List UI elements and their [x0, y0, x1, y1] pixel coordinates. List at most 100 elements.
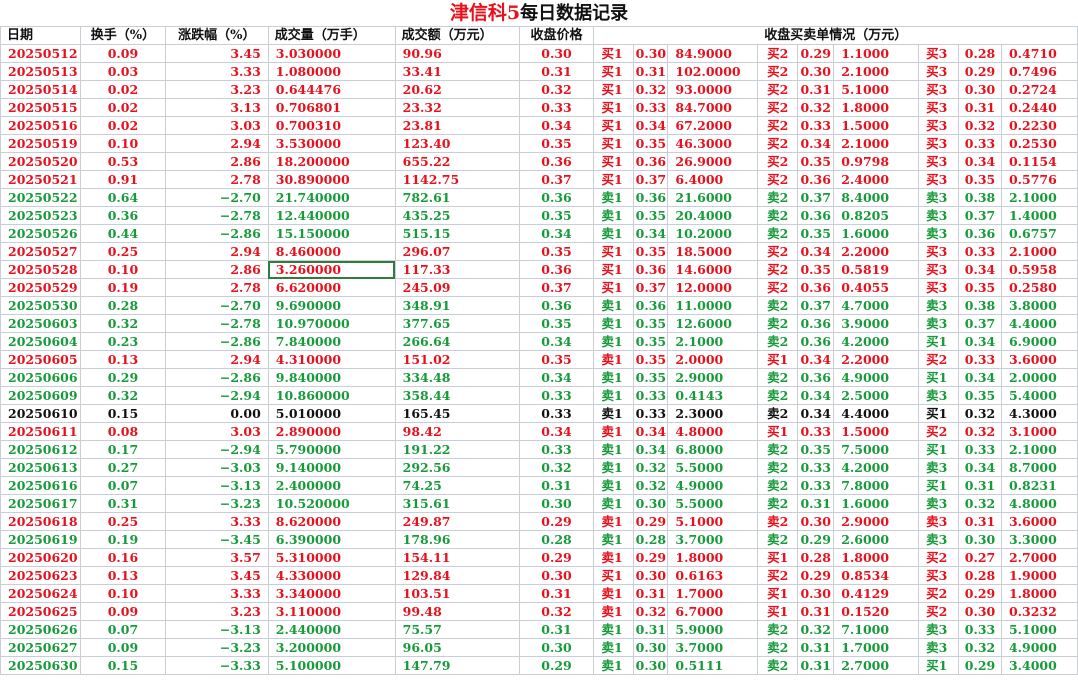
amount-cell[interactable]: 23.81 — [394, 116, 520, 135]
order-amount-cell[interactable]: 3.8000 — [1000, 296, 1078, 315]
order-price-cell[interactable]: 0.34 — [958, 332, 1002, 351]
order-amount-cell[interactable]: 6.4000 — [667, 170, 759, 189]
change-cell[interactable]: −3.45 — [164, 530, 269, 549]
order-amount-cell[interactable]: 7.5000 — [833, 440, 920, 459]
order-price-cell[interactable]: 0.33 — [797, 458, 835, 477]
date-cell[interactable]: 20250611 — [0, 422, 81, 441]
order-amount-cell[interactable]: 10.2000 — [667, 224, 759, 243]
change-cell[interactable]: 3.13 — [164, 98, 269, 117]
change-cell[interactable]: 3.45 — [164, 44, 269, 63]
order-amount-cell[interactable]: 0.9798 — [833, 152, 920, 171]
date-cell[interactable]: 20250620 — [0, 548, 81, 567]
header-turnover[interactable]: 换手（%） — [79, 26, 166, 45]
order-amount-cell[interactable]: 4.4000 — [833, 404, 920, 423]
amount-cell[interactable]: 23.32 — [394, 98, 520, 117]
date-cell[interactable]: 20250512 — [0, 44, 81, 63]
order-side-cell[interactable]: 买1 — [593, 566, 635, 585]
order-price-cell[interactable]: 0.32 — [958, 404, 1002, 423]
order-price-cell[interactable]: 0.35 — [958, 170, 1002, 189]
order-amount-cell[interactable]: 3.6000 — [1000, 512, 1078, 531]
order-side-cell[interactable]: 买1 — [593, 98, 635, 117]
order-price-cell[interactable]: 0.30 — [633, 656, 669, 675]
order-amount-cell[interactable]: 1.5000 — [833, 422, 920, 441]
close-cell[interactable]: 0.29 — [518, 512, 595, 531]
order-side-cell[interactable]: 买2 — [757, 260, 799, 279]
order-side-cell[interactable]: 买2 — [757, 116, 799, 135]
order-side-cell[interactable]: 买2 — [757, 62, 799, 81]
volume-cell[interactable]: 12.440000 — [267, 206, 396, 225]
order-amount-cell[interactable]: 5.5000 — [667, 494, 759, 513]
order-price-cell[interactable]: 0.32 — [958, 638, 1002, 657]
order-price-cell[interactable]: 0.30 — [797, 62, 835, 81]
order-price-cell[interactable]: 0.36 — [633, 188, 669, 207]
order-price-cell[interactable]: 0.29 — [633, 548, 669, 567]
header-close[interactable]: 收盘价格 — [518, 26, 595, 45]
order-amount-cell[interactable]: 3.7000 — [667, 638, 759, 657]
volume-cell[interactable]: 5.310000 — [267, 548, 396, 567]
order-side-cell[interactable]: 卖2 — [757, 620, 799, 639]
header-change[interactable]: 涨跌幅（%） — [164, 26, 269, 45]
order-side-cell[interactable]: 卖2 — [757, 386, 799, 405]
volume-cell[interactable]: 6.620000 — [267, 278, 396, 297]
order-amount-cell[interactable]: 1.8000 — [667, 548, 759, 567]
volume-cell[interactable]: 10.520000 — [267, 494, 396, 513]
order-amount-cell[interactable]: 1.5000 — [833, 116, 920, 135]
amount-cell[interactable]: 154.11 — [394, 548, 520, 567]
order-amount-cell[interactable]: 5.1000 — [667, 512, 759, 531]
order-amount-cell[interactable]: 8.7000 — [1000, 458, 1078, 477]
order-price-cell[interactable]: 0.29 — [958, 584, 1002, 603]
turnover-cell[interactable]: 0.15 — [79, 656, 166, 675]
close-cell[interactable]: 0.33 — [518, 440, 595, 459]
amount-cell[interactable]: 191.22 — [394, 440, 520, 459]
amount-cell[interactable]: 96.05 — [394, 638, 520, 657]
order-price-cell[interactable]: 0.28 — [958, 44, 1002, 63]
amount-cell[interactable]: 782.61 — [394, 188, 520, 207]
close-cell[interactable]: 0.33 — [518, 404, 595, 423]
amount-cell[interactable]: 103.51 — [394, 584, 520, 603]
order-amount-cell[interactable]: 0.6757 — [1000, 224, 1078, 243]
turnover-cell[interactable]: 0.07 — [79, 620, 166, 639]
order-amount-cell[interactable]: 0.2530 — [1000, 134, 1078, 153]
date-cell[interactable]: 20250513 — [0, 62, 81, 81]
order-amount-cell[interactable]: 4.3000 — [1000, 404, 1078, 423]
order-amount-cell[interactable]: 0.8231 — [1000, 476, 1078, 495]
order-side-cell[interactable]: 买3 — [918, 566, 960, 585]
date-cell[interactable]: 20250520 — [0, 152, 81, 171]
order-price-cell[interactable]: 0.33 — [797, 116, 835, 135]
order-amount-cell[interactable]: 11.0000 — [667, 296, 759, 315]
date-cell[interactable]: 20250617 — [0, 494, 81, 513]
order-side-cell[interactable]: 卖2 — [757, 512, 799, 531]
order-price-cell[interactable]: 0.29 — [797, 530, 835, 549]
order-side-cell[interactable]: 买1 — [593, 278, 635, 297]
order-side-cell[interactable]: 买1 — [593, 116, 635, 135]
close-cell[interactable]: 0.30 — [518, 44, 595, 63]
volume-cell[interactable]: 0.706801 — [267, 98, 396, 117]
change-cell[interactable]: 2.86 — [164, 152, 269, 171]
order-price-cell[interactable]: 0.31 — [797, 638, 835, 657]
amount-cell[interactable]: 99.48 — [394, 602, 520, 621]
close-cell[interactable]: 0.28 — [518, 530, 595, 549]
order-side-cell[interactable]: 卖3 — [918, 620, 960, 639]
order-side-cell[interactable]: 卖3 — [918, 530, 960, 549]
order-price-cell[interactable]: 0.35 — [797, 224, 835, 243]
order-side-cell[interactable]: 买1 — [918, 656, 960, 675]
date-cell[interactable]: 20250606 — [0, 368, 81, 387]
turnover-cell[interactable]: 0.19 — [79, 530, 166, 549]
change-cell[interactable]: 3.33 — [164, 584, 269, 603]
order-side-cell[interactable]: 卖2 — [757, 440, 799, 459]
order-side-cell[interactable]: 买1 — [593, 152, 635, 171]
volume-cell[interactable]: 21.740000 — [267, 188, 396, 207]
order-price-cell[interactable]: 0.34 — [958, 368, 1002, 387]
order-side-cell[interactable]: 买1 — [757, 422, 799, 441]
close-cell[interactable]: 0.34 — [518, 116, 595, 135]
order-price-cell[interactable]: 0.32 — [633, 602, 669, 621]
order-price-cell[interactable]: 0.29 — [958, 62, 1002, 81]
order-amount-cell[interactable]: 5.1000 — [1000, 620, 1078, 639]
order-side-cell[interactable]: 卖3 — [918, 224, 960, 243]
change-cell[interactable]: 3.45 — [164, 566, 269, 585]
order-price-cell[interactable]: 0.35 — [797, 260, 835, 279]
order-side-cell[interactable]: 买2 — [757, 134, 799, 153]
close-cell[interactable]: 0.32 — [518, 80, 595, 99]
order-side-cell[interactable]: 卖1 — [593, 584, 635, 603]
order-price-cell[interactable]: 0.37 — [633, 170, 669, 189]
